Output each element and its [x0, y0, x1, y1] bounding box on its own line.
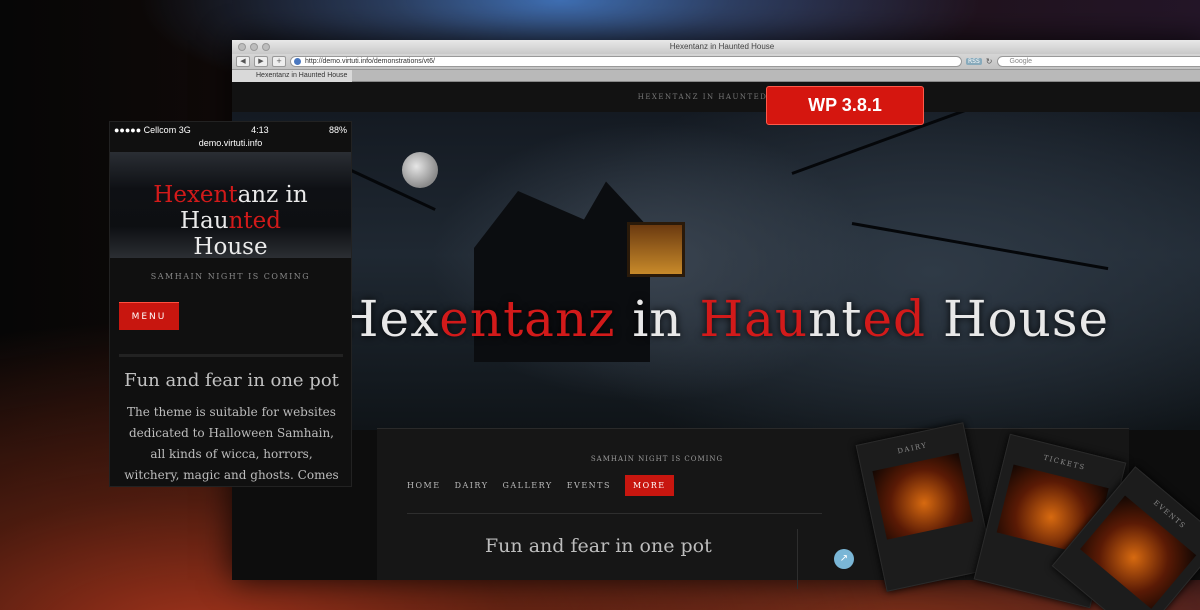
minimize-window-icon[interactable] — [250, 43, 258, 51]
wp-version-badge: WP 3.8.1 — [766, 86, 924, 125]
phone-url[interactable]: demo.virtuti.info — [110, 138, 351, 152]
nav-gallery[interactable]: GALLERY — [503, 481, 553, 490]
moon-image — [402, 152, 438, 188]
nav-events[interactable]: EVENTS — [567, 481, 611, 490]
hero-banner: Hexentanz in Haunted House — [232, 112, 1200, 430]
phone-time: 4:13 — [251, 125, 269, 135]
nav-dairy[interactable]: DAIRY — [455, 481, 489, 490]
zoom-window-icon[interactable] — [262, 43, 270, 51]
site-top-heading: HEXENTANZ IN HAUNTED HOUSE — [232, 82, 1200, 112]
tab-bar: Hexentanz in Haunted House — [232, 70, 1200, 82]
address-bar[interactable]: http://demo.virtuti.info/demonstrations/… — [290, 56, 962, 67]
phone-title-part: House — [193, 234, 268, 260]
share-icon[interactable]: ↗ — [834, 549, 854, 569]
nav-home[interactable]: HOME — [407, 481, 441, 490]
card-image — [872, 452, 974, 540]
rss-icon[interactable]: RSS — [966, 58, 982, 65]
globe-icon — [294, 58, 301, 65]
phone-post-body: The theme is suitable for websites dedic… — [124, 405, 339, 482]
lit-window-image — [627, 222, 685, 277]
hero-title-part: Hau — [699, 290, 809, 348]
site-nav: HOME DAIRY GALLERY EVENTS MORE — [407, 475, 674, 496]
menu-button[interactable]: MENU — [119, 302, 179, 330]
search-input[interactable]: Google — [996, 56, 1200, 67]
phone-divider — [119, 354, 343, 357]
address-text: http://demo.virtuti.info/demonstrations/… — [305, 58, 435, 65]
nav-more[interactable]: MORE — [624, 475, 674, 496]
reload-icon[interactable]: ↻ — [986, 57, 993, 66]
post-title[interactable]: Fun and fear in one pot — [485, 535, 712, 557]
phone-title-part: nted — [228, 208, 281, 234]
hero-title-part: ed — [862, 290, 927, 348]
back-icon[interactable]: ◀ — [236, 56, 250, 67]
add-bookmark-icon[interactable]: + — [272, 56, 286, 67]
hero-title-part: nt — [808, 290, 863, 348]
battery-indicator: 88% — [328, 125, 347, 135]
carrier-signal: ●●●●● Cellcom 3G — [114, 125, 191, 135]
close-window-icon[interactable] — [238, 43, 246, 51]
content-vertical-divider — [797, 529, 798, 589]
tab-active[interactable]: Hexentanz in Haunted House — [232, 70, 352, 82]
forward-icon[interactable]: ▶ — [254, 56, 268, 67]
phone-title-part: Hexent — [153, 182, 238, 208]
phone-site-title: Hexentanz in Haunted House — [110, 182, 351, 260]
phone-hero: Hexentanz in Haunted House — [110, 152, 351, 260]
card-image — [1080, 495, 1197, 609]
hero-title-part: in — [615, 290, 700, 348]
window-controls — [238, 43, 270, 51]
tree-branch — [851, 222, 1109, 271]
hero-title: Hexentanz in Haunted House — [232, 290, 1200, 348]
mobile-screen: ●●●●● Cellcom 3G 4:13 88% demo.virtuti.i… — [109, 121, 352, 487]
window-title: Hexentanz in Haunted House — [669, 42, 775, 51]
content-divider — [407, 513, 822, 514]
site-tagline: SAMHAIN NIGHT IS COMING — [590, 455, 724, 463]
phone-status-bar: ●●●●● Cellcom 3G 4:13 88% — [110, 122, 351, 138]
phone-tagline: SAMHAIN NIGHT IS COMING — [150, 272, 311, 281]
search-placeholder: Google — [1009, 58, 1033, 65]
hero-title-part: House — [926, 290, 1110, 348]
browser-toolbar: ◀ ▶ + http://demo.virtuti.info/demonstra… — [232, 54, 1200, 70]
phone-post-title[interactable]: Fun and fear in one pot — [110, 370, 351, 391]
browser-titlebar: Hexentanz in Haunted House — [232, 40, 1200, 54]
hero-title-part: entanz — [439, 290, 616, 348]
